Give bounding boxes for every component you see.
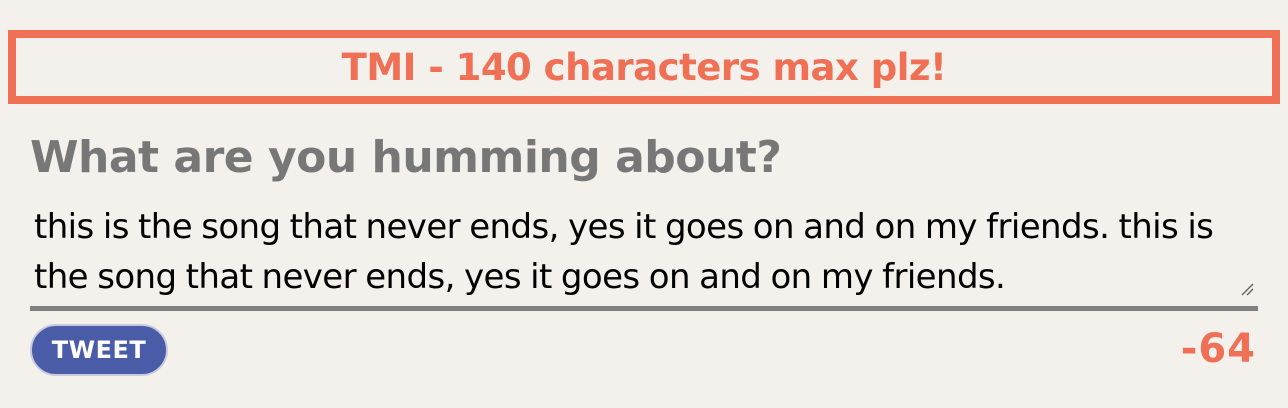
compose-label: What are you humming about? (30, 132, 782, 183)
compose-area: this is the song that never ends, yes it… (30, 128, 1258, 314)
tweet-textarea-value[interactable]: this is the song that never ends, yes it… (34, 202, 1234, 302)
error-message: TMI - 140 characters max plz! (341, 45, 947, 89)
tweet-button[interactable]: TWEET (30, 324, 168, 376)
tweet-textarea[interactable]: this is the song that never ends, yes it… (30, 178, 1258, 311)
character-count: -64 (1180, 326, 1256, 372)
resize-handle-icon[interactable] (1240, 282, 1254, 296)
error-banner: TMI - 140 characters max plz! (8, 30, 1280, 104)
tweet-composer: TMI - 140 characters max plz! this is th… (0, 0, 1288, 408)
